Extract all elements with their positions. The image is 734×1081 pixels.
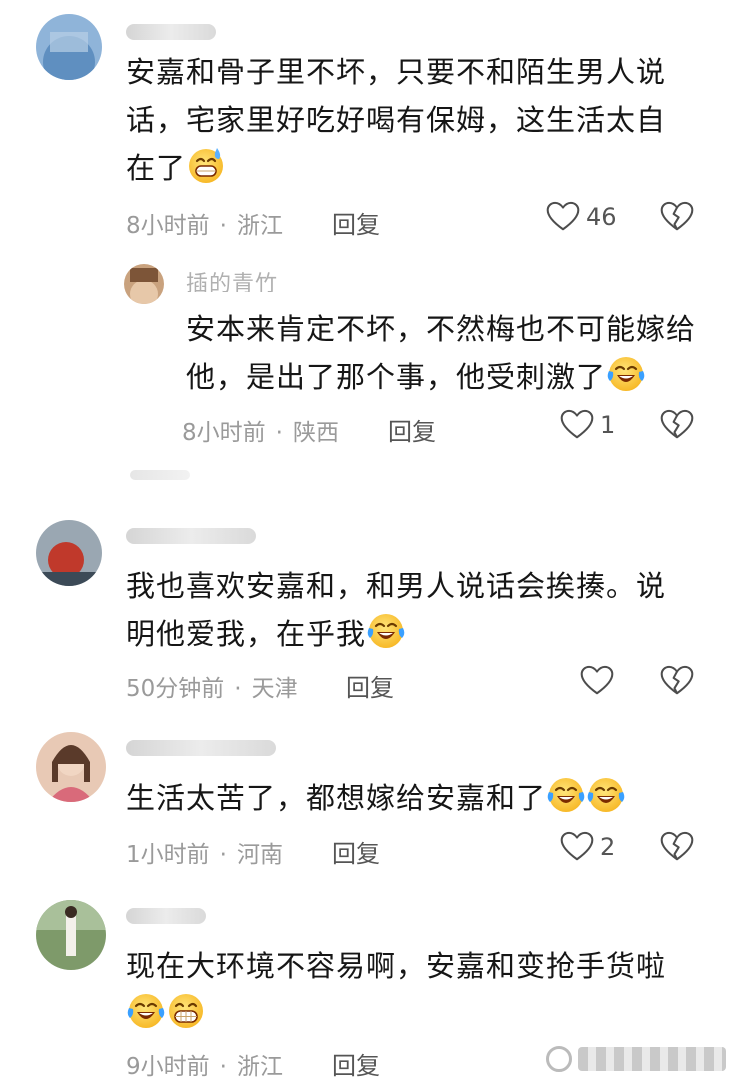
like-button[interactable]: 1	[560, 409, 615, 440]
dislike-button[interactable]	[660, 665, 694, 696]
watermark-text-blurred	[578, 1047, 726, 1071]
comment-meta: 9小时前 · 浙江	[126, 1054, 283, 1080]
reply-button[interactable]: 回复	[332, 1046, 380, 1081]
heart-outline-icon	[560, 831, 594, 862]
timestamp: 8小时前	[182, 420, 266, 446]
comment-text: 现在大环境不容易啊，安嘉和变抢手货啦	[126, 942, 716, 1038]
location: 陕西	[292, 420, 339, 446]
broken-heart-icon	[660, 831, 694, 862]
username[interactable]: 插的青竹	[186, 266, 278, 292]
reply-button[interactable]: 回复	[388, 412, 436, 447]
timestamp: 1小时前	[126, 842, 210, 868]
avatar[interactable]	[36, 900, 106, 970]
timestamp: 50分钟前	[126, 676, 225, 702]
broken-heart-icon	[660, 201, 694, 232]
reply-button[interactable]: 回复	[332, 834, 380, 869]
username-blurred	[126, 24, 216, 40]
username-blurred	[126, 528, 256, 544]
location: 浙江	[236, 1054, 283, 1080]
heart-outline-icon	[546, 201, 580, 232]
platform-watermark	[546, 1040, 726, 1078]
comment-text: 安嘉和骨子里不坏，只要不和陌生男人说 话，宅家里好吃好喝有保姆，这生活太自 在了	[126, 55, 667, 185]
comment-text: 安本来肯定不坏，不然梅也不可能嫁给 他，是出了那个事，他受刺激了	[186, 312, 697, 394]
grinning-emoji	[166, 991, 206, 1031]
comment-text: 我也喜欢安嘉和，和男人说话会挨揍。说 明他爱我，在乎我	[126, 569, 667, 651]
comment-meta: 8小时前 · 浙江	[126, 213, 283, 239]
comment-meta: 50分钟前 · 天津	[126, 676, 298, 702]
location: 天津	[251, 676, 298, 702]
heart-outline-icon	[560, 409, 594, 440]
reply-button[interactable]: 回复	[346, 668, 394, 703]
location: 浙江	[236, 213, 283, 239]
dislike-button[interactable]	[660, 201, 694, 232]
watermark-logo-icon	[546, 1046, 572, 1072]
username-blurred	[126, 908, 206, 924]
comment-meta: 1小时前 · 河南	[126, 842, 283, 868]
avatar[interactable]	[124, 264, 164, 304]
location: 河南	[236, 842, 283, 868]
crying-laughing-emoji	[366, 611, 406, 651]
expand-replies-stub[interactable]	[130, 470, 190, 480]
comment-meta: 8小时前 · 陕西	[182, 420, 339, 446]
crying-laughing-emoji	[586, 775, 626, 815]
dislike-button[interactable]	[660, 409, 694, 440]
reply-button[interactable]: 回复	[332, 205, 380, 240]
broken-heart-icon	[660, 665, 694, 696]
avatar[interactable]	[36, 520, 102, 586]
like-button[interactable]: 46	[546, 201, 617, 232]
crying-laughing-emoji	[606, 354, 646, 394]
crying-laughing-emoji	[546, 775, 586, 815]
like-count: 46	[586, 202, 617, 231]
heart-outline-icon	[580, 665, 614, 696]
avatar[interactable]	[36, 14, 102, 80]
grinning-sweat-emoji	[186, 145, 226, 185]
like-button[interactable]	[580, 665, 614, 696]
broken-heart-icon	[660, 409, 694, 440]
like-count: 1	[600, 410, 616, 439]
avatar[interactable]	[36, 732, 106, 802]
timestamp: 8小时前	[126, 213, 210, 239]
dislike-button[interactable]	[660, 831, 694, 862]
like-button[interactable]: 2	[560, 831, 615, 862]
timestamp: 9小时前	[126, 1054, 210, 1080]
comment-text: 生活太苦了，都想嫁给安嘉和了	[126, 774, 716, 822]
like-count: 2	[600, 832, 616, 861]
crying-laughing-emoji	[126, 991, 166, 1031]
username-blurred	[126, 740, 276, 756]
